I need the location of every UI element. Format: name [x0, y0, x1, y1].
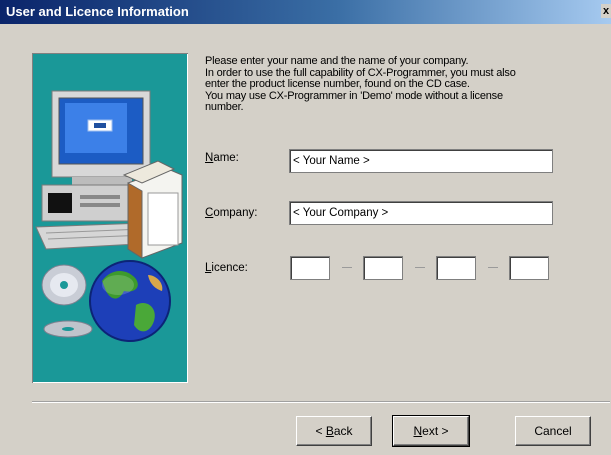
licence-segment-1[interactable] — [290, 256, 330, 280]
name-label: Name: — [205, 152, 239, 164]
licence-dash — [415, 267, 425, 268]
company-input[interactable] — [289, 201, 553, 225]
cancel-button[interactable]: Cancel — [515, 416, 591, 446]
title-bar: User and Licence Information x — [0, 0, 611, 24]
licence-segment-4[interactable] — [509, 256, 549, 280]
next-button[interactable]: Next > — [392, 415, 470, 447]
button-separator — [32, 401, 610, 403]
name-input[interactable] — [289, 149, 553, 173]
close-icon[interactable]: x — [601, 4, 611, 18]
cd-icon — [41, 264, 93, 338]
licence-label: Licence: — [205, 262, 248, 274]
licence-dash — [488, 267, 498, 268]
back-button[interactable]: < Back — [296, 416, 372, 446]
illustration — [35, 90, 183, 342]
illustration-panel — [32, 53, 188, 383]
window-title: User and Licence Information — [6, 4, 189, 19]
licence-dash — [342, 267, 352, 268]
intro-text: Please enter your name and the name of y… — [205, 55, 516, 113]
licence-segment-2[interactable] — [363, 256, 403, 280]
company-label: Company: — [205, 207, 258, 219]
box-icon — [122, 160, 183, 259]
licence-segment-3[interactable] — [436, 256, 476, 280]
globe-icon — [89, 260, 171, 342]
